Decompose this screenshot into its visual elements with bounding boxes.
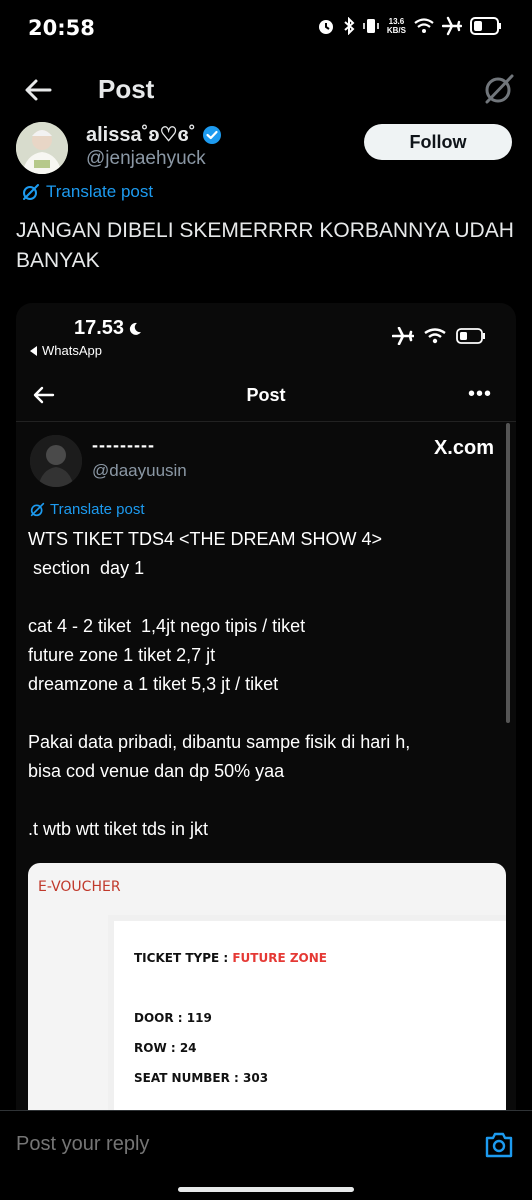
network-speed: 13.6 KB/S (387, 17, 406, 35)
alarm-icon (318, 20, 333, 34)
image-avatar-picture (30, 435, 82, 487)
page-title: Post (98, 74, 155, 104)
avatar[interactable] (16, 122, 68, 174)
translate-post-link[interactable]: Translate post (22, 182, 153, 202)
image-time-text: 17.53 (74, 317, 125, 339)
image-author-name: --------- (92, 435, 155, 455)
author-name-text: alissa˚ʚ♡ɞ˚ (86, 124, 196, 146)
image-author-handle: @daayuusin (92, 461, 187, 480)
voucher-ticket-type-label: TICKET TYPE : (134, 951, 233, 965)
top-nav: Post (0, 62, 532, 118)
verified-badge-icon (202, 125, 221, 144)
voucher-ticket-type-value: FUTURE ZONE (232, 951, 327, 965)
post-text: JANGAN DIBELI SKEMERRRR KORBANNYA UDAH B… (16, 219, 514, 272)
voucher-card: TICKET TYPE : FUTURE ZONE DOOR : 119 ROW… (108, 915, 506, 1113)
camera-icon[interactable] (484, 1131, 514, 1159)
reply-bar (0, 1110, 532, 1180)
follow-button[interactable]: Follow (364, 124, 512, 160)
x-com-watermark: X.com (433, 437, 494, 459)
author-handle[interactable]: @jenjaehyuck (86, 148, 206, 170)
image-status-icons (392, 327, 486, 345)
post-image[interactable]: 17.53 WhatsApp Post ••• --------- @daayu… (16, 303, 516, 1113)
voucher-row: ROW : 24 (134, 1041, 197, 1055)
e-voucher-image: E-VOUCHER TICKET TYPE : FUTURE ZONE DOOR… (28, 863, 506, 1113)
more-icon: ••• (467, 383, 492, 405)
author-name[interactable]: alissa˚ʚ♡ɞ˚ (86, 122, 222, 147)
avatar-image (16, 122, 68, 174)
voucher-seat: SEAT NUMBER : 303 (134, 1071, 269, 1085)
status-time: 20:58 (28, 16, 95, 40)
voucher-ticket-type: TICKET TYPE : FUTURE ZONE (134, 951, 327, 965)
voucher-door: DOOR : 119 (134, 1011, 212, 1025)
airplane-icon (442, 16, 462, 36)
divider (16, 421, 516, 422)
reply-input[interactable] (16, 1133, 436, 1156)
back-arrow-icon[interactable] (22, 74, 54, 106)
caret-left-icon (30, 345, 37, 356)
image-avatar (30, 435, 82, 487)
image-scrollbar (506, 423, 510, 723)
translate-icon (30, 502, 45, 517)
image-post-text: WTS TIKET TDS4 <THE DREAM SHOW 4> sectio… (28, 529, 411, 839)
bluetooth-icon (344, 17, 355, 35)
translate-icon (23, 184, 39, 200)
image-back-to-app: WhatsApp (30, 343, 102, 358)
translate-post-label: Translate post (46, 182, 154, 201)
airplane-icon (392, 327, 414, 345)
image-status-bar: 17.53 WhatsApp (16, 303, 516, 369)
image-nav-title: Post (246, 385, 286, 405)
wifi-icon (424, 328, 446, 344)
status-bar: 20:58 13.6 KB/S (0, 0, 532, 58)
wifi-icon (414, 18, 434, 33)
image-status-time: 17.53 (74, 317, 142, 340)
image-translate-label: Translate post (50, 501, 145, 518)
voucher-header: E-VOUCHER (38, 879, 121, 895)
grok-icon[interactable] (482, 72, 516, 106)
vibrate-icon (363, 19, 379, 33)
post-author: alissa˚ʚ♡ɞ˚ @jenjaehyuck Follow (0, 118, 532, 180)
battery-icon (456, 328, 485, 344)
network-speed-value: 13.6 (388, 17, 405, 26)
home-indicator[interactable] (178, 1187, 354, 1192)
image-back-app-label: WhatsApp (42, 343, 102, 358)
status-icons: 13.6 KB/S (317, 16, 502, 36)
battery-icon (470, 17, 501, 35)
moon-icon (129, 322, 142, 335)
network-speed-unit: KB/S (386, 26, 406, 35)
image-translate-link: Translate post (30, 501, 145, 518)
image-nav: Post ••• (16, 369, 516, 421)
